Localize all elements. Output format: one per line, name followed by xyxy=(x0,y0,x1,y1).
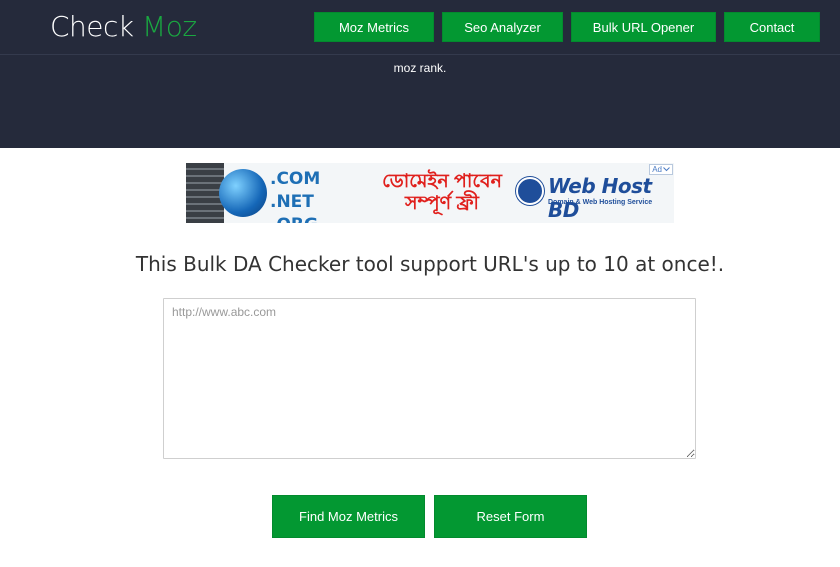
header-subtitle: moz rank. xyxy=(393,61,447,75)
url-input[interactable] xyxy=(163,298,696,459)
logo-accent-text: Moz xyxy=(142,10,197,43)
ad-domains-line1: .COM .NET xyxy=(270,169,321,212)
ad-bangla-line2: সম্পূর্ণ ফ্রী xyxy=(405,193,479,214)
ad-tagline: Domain & Web Hosting Service xyxy=(548,199,653,206)
globe-icon xyxy=(219,169,267,217)
ad-brand: Web Host BD xyxy=(548,174,652,222)
nav-seo-analyzer[interactable]: Seo Analyzer xyxy=(442,12,563,42)
site-header: Check Moz Moz Metrics Seo Analyzer Bulk … xyxy=(0,0,840,148)
ad-domains: .COM .NET .ORG .INFO xyxy=(266,168,366,223)
ad-bangla-text: ডোমেইন পাবেন সম্পূর্ণ ফ্রী xyxy=(372,171,512,215)
nav-bulk-url-opener[interactable]: Bulk URL Opener xyxy=(571,12,716,42)
find-moz-metrics-button[interactable]: Find Moz Metrics xyxy=(272,495,425,538)
logo-text: Check xyxy=(50,10,134,43)
nav-moz-metrics[interactable]: Moz Metrics xyxy=(314,12,434,42)
ad-banner[interactable]: .COM .NET .ORG .INFO ডোমেইন পাবেন সম্পূর… xyxy=(186,163,674,223)
chevron-down-icon xyxy=(663,167,670,172)
ad-bangla-line1: ডোমেইন পাবেন xyxy=(382,171,502,192)
ad-domains-line2: .ORG .INFO xyxy=(270,214,366,223)
nav-contact[interactable]: Contact xyxy=(724,12,820,42)
ad-choices-badge[interactable]: Ad xyxy=(649,164,673,175)
ad-badge-label: Ad xyxy=(652,165,662,174)
site-logo[interactable]: Check Moz xyxy=(50,10,197,43)
page-headline: This Bulk DA Checker tool support URL's … xyxy=(135,252,725,276)
reset-form-button[interactable]: Reset Form xyxy=(434,495,587,538)
brand-logo-icon xyxy=(516,177,544,205)
top-navbar: Check Moz Moz Metrics Seo Analyzer Bulk … xyxy=(0,0,840,55)
